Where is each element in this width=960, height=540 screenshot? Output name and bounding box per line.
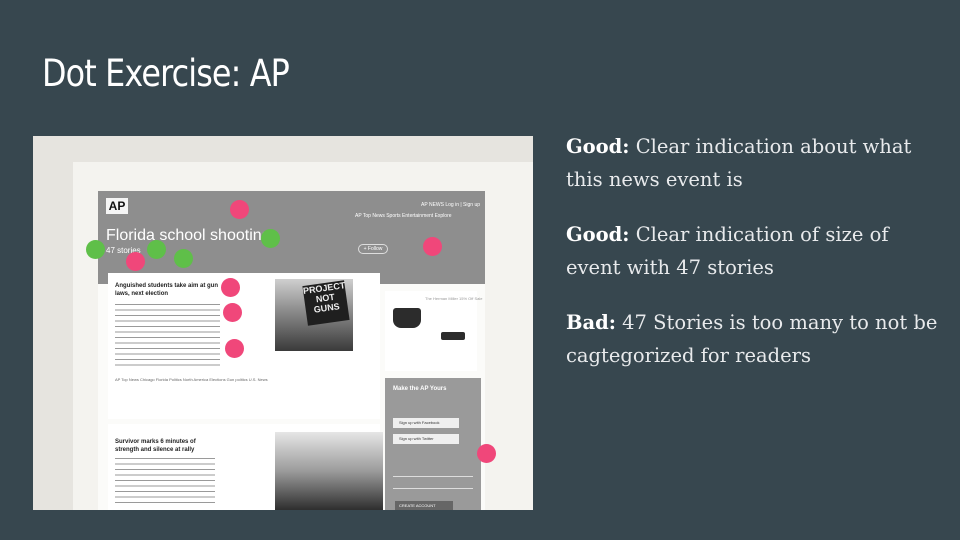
create-account-button: CREATE ACCOUNT xyxy=(395,501,453,510)
note-item: Bad: 47 Stories is too many to not be ca… xyxy=(566,306,941,372)
pink-dot xyxy=(126,252,145,271)
green-dot xyxy=(147,240,166,259)
pink-dot xyxy=(221,278,240,297)
story-1-body xyxy=(115,304,220,368)
header-nav: AP Top News Sports Entertainment Explore xyxy=(355,213,452,219)
promo-title: Make the AP Yours xyxy=(393,386,447,392)
topic-title: Florida school shooting xyxy=(106,227,271,244)
story-1-tags: AP Top News Chicago Florida Politics Nor… xyxy=(115,377,268,382)
slide-title: Dot Exercise: AP xyxy=(42,52,290,95)
note-label: Good: xyxy=(566,135,630,158)
story-2-body xyxy=(115,458,215,506)
story-2-headline: Survivor marks 6 minutes of strength and… xyxy=(115,439,196,453)
green-dot xyxy=(86,240,105,259)
twitter-signup-button: Sign up with Twitter xyxy=(393,434,459,444)
follow-button: + Follow xyxy=(358,244,388,254)
pink-dot xyxy=(230,200,249,219)
notes-list: Good: Clear indication about what this n… xyxy=(566,130,941,394)
note-text: 47 Stories is too many to not be cagtego… xyxy=(566,311,938,367)
note-item: Good: Clear indication of size of event … xyxy=(566,218,941,284)
chair-icon xyxy=(393,308,421,328)
story-2-photo xyxy=(275,432,383,510)
promo-panel xyxy=(385,378,481,510)
note-label: Good: xyxy=(566,223,630,246)
ad-box xyxy=(385,291,477,371)
note-label: Bad: xyxy=(566,311,616,334)
green-dot xyxy=(174,249,193,268)
password-field-line xyxy=(393,488,473,489)
story-1-headline: Anguished students take aim at gun laws,… xyxy=(115,283,219,297)
stool-icon xyxy=(441,332,465,340)
ad-text: The Herman Miller 15% Off Sale xyxy=(425,296,483,301)
pink-dot xyxy=(477,444,496,463)
green-dot xyxy=(261,229,280,248)
facebook-signup-button: Sign up with Facebook xyxy=(393,418,459,428)
note-item: Good: Clear indication about what this n… xyxy=(566,130,941,196)
pink-dot xyxy=(223,303,242,322)
protest-sign: PROJECT NOT GUNS xyxy=(302,280,350,326)
email-field-line xyxy=(393,476,473,477)
ap-logo: AP xyxy=(106,198,128,214)
header-top-links: AP NEWS Log in | Sign up xyxy=(421,202,481,208)
pink-dot xyxy=(423,237,442,256)
pink-dot xyxy=(225,339,244,358)
annotated-printout-photo: AP AP NEWS Log in | Sign up AP Top News … xyxy=(33,136,533,510)
